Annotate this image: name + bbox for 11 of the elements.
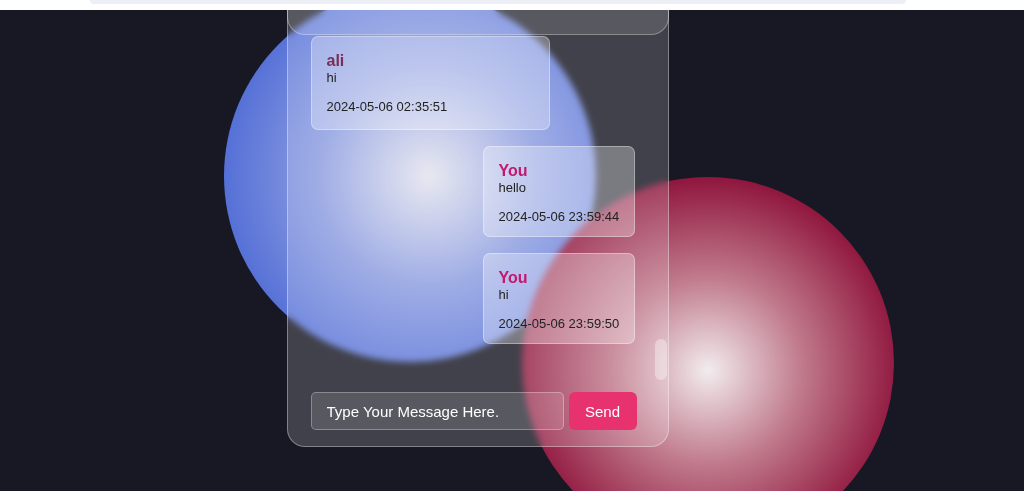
message-text: hello <box>498 180 527 195</box>
message-time: 2024-05-06 02:35:51 <box>326 99 449 114</box>
message-text: hi <box>326 70 338 85</box>
send-button[interactable]: Send <box>568 392 637 430</box>
message-time: 2024-05-06 23:59:44 <box>498 209 621 224</box>
sender-name: You <box>498 269 529 287</box>
message-text: hi <box>498 287 510 302</box>
sender-name: You <box>498 162 529 180</box>
message-time: 2024-05-06 23:59:50 <box>498 316 621 331</box>
sender-name: ali <box>326 52 346 70</box>
scrollbar-thumb[interactable] <box>654 339 667 380</box>
